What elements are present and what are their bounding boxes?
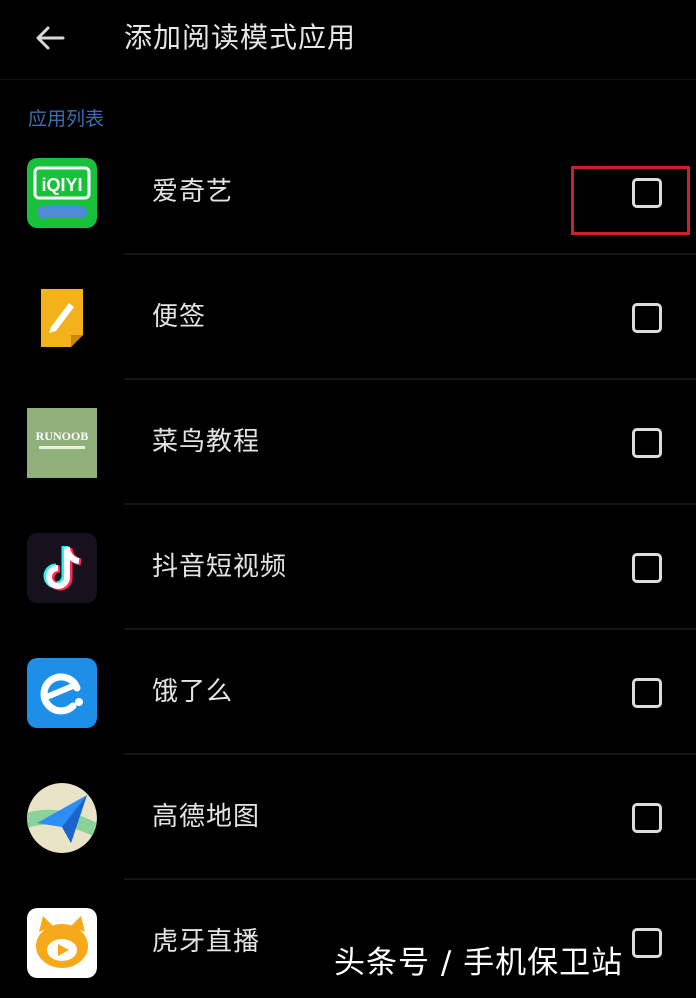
huya-app-icon [27,908,97,978]
app-checkbox[interactable] [632,428,662,458]
page-title: 添加阅读模式应用 [124,21,357,54]
app-name: 便签 [152,302,207,332]
list-item-runoob[interactable]: RUNOOB 菜鸟教程 [0,380,696,505]
app-name: 虎牙直播 [152,927,261,957]
amap-app-icon [27,783,97,853]
app-checkbox[interactable] [632,303,662,333]
list-item-amap[interactable]: 高德地图 [0,755,696,880]
app-name: 饿了么 [152,677,234,707]
eleme-app-icon [27,658,97,728]
iqiyi-logo-text: iQIYI [41,175,82,195]
notes-app-icon [27,283,97,353]
iqiyi-app-icon: iQIYI [27,158,97,228]
app-checkbox[interactable] [632,553,662,583]
app-checkbox[interactable] [632,678,662,708]
app-checkbox[interactable] [632,803,662,833]
runoob-logo-text: RUNOOB [36,429,89,443]
highlight-annotation-box [571,166,690,235]
douyin-app-icon [27,533,97,603]
runoob-app-icon: RUNOOB [27,408,97,478]
app-name: 高德地图 [152,802,261,832]
watermark-text: 头条号 / 手机保卫站 [334,945,624,981]
back-button[interactable] [28,18,72,58]
app-name: 抖音短视频 [152,552,288,582]
list-item-eleme[interactable]: 饿了么 [0,630,696,755]
app-name: 菜鸟教程 [152,427,261,457]
top-app-bar: 添加阅读模式应用 [0,0,696,80]
app-checkbox[interactable] [632,928,662,958]
list-item-douyin[interactable]: 抖音短视频 [0,505,696,630]
app-name: 爱奇艺 [152,177,234,207]
arrow-left-icon [36,26,65,50]
list-item-notes[interactable]: 便签 [0,255,696,380]
section-label: 应用列表 [28,108,105,130]
